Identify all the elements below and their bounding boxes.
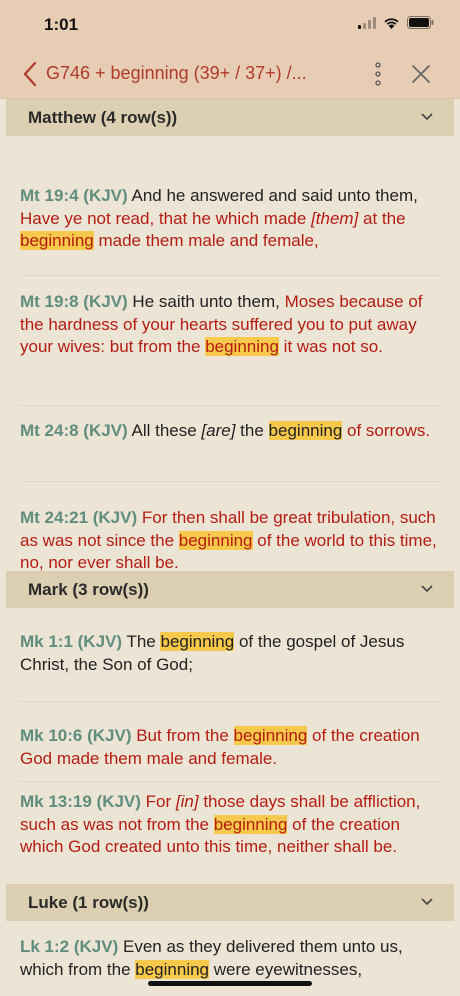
status-time: 1:01 <box>44 15 79 34</box>
verse-row[interactable]: Mt 24:8 (KJV) All these [are] the beginn… <box>20 406 440 482</box>
verse-text: [in] <box>175 792 199 811</box>
verse-text: [them] <box>311 208 359 228</box>
highlighted-term: beginning <box>233 726 308 745</box>
verse-row[interactable]: Mk 10:6 (KJV) But from the beginning of … <box>20 702 440 782</box>
verse-text: of sorrows. <box>342 421 431 440</box>
verse-reference[interactable]: Mt 19:4 (KJV) <box>20 186 128 205</box>
results-list: Matthew (4 row(s)) Mt 19:4 (KJV) And he … <box>0 99 460 991</box>
nav-bar: G746 + beginning (39+ / 37+) /... <box>0 50 460 99</box>
verse-reference[interactable]: Mk 1:1 (KJV) <box>20 632 122 651</box>
highlighted-term: beginning <box>20 231 94 250</box>
home-indicator <box>148 981 312 986</box>
section-title: Matthew (4 row(s)) <box>28 107 178 127</box>
verse-text: All these <box>131 421 202 440</box>
verse-text: at the <box>358 208 406 228</box>
verse-row[interactable]: Mt 19:8 (KJV) He saith unto them, Moses … <box>20 276 440 406</box>
nav-title: G746 + beginning (39+ / 37+) /... <box>46 63 307 83</box>
chevron-down-icon[interactable] <box>420 112 434 122</box>
verse-text: For <box>145 792 176 811</box>
verse-text: made them male and female, <box>93 231 319 250</box>
verse-row[interactable]: Mt 19:4 (KJV) And he answered and said u… <box>20 136 440 276</box>
verse-reference[interactable]: Lk 1:2 (KJV) <box>20 937 118 956</box>
highlighted-term: beginning <box>268 421 343 440</box>
section-body-mark: Mk 1:1 (KJV) The beginning of the gospel… <box>0 608 460 884</box>
verse-row[interactable]: Mk 13:19 (KJV) For [in] those days shall… <box>20 782 440 884</box>
verse-text: He saith unto them, <box>132 292 285 311</box>
section-title: Mark (3 row(s)) <box>28 579 149 599</box>
signal-icon <box>358 16 376 29</box>
verse-text: the <box>235 421 269 440</box>
section-header-matthew[interactable]: Matthew (4 row(s)) <box>6 99 454 136</box>
verse-text: were eyewitnesses, <box>209 959 363 979</box>
status-icons <box>358 16 434 29</box>
highlighted-term: beginning <box>135 959 210 979</box>
verse-text: And he answered and said unto them, <box>131 186 418 205</box>
highlighted-term: beginning <box>160 632 235 651</box>
verse-reference[interactable]: Mt 19:8 (KJV) <box>20 292 128 311</box>
section-header-luke[interactable]: Luke (1 row(s)) <box>6 884 454 921</box>
back-chevron-icon[interactable] <box>20 61 42 87</box>
status-bar: 1:01 <box>0 0 460 50</box>
verse-reference[interactable]: Mt 24:8 (KJV) <box>20 421 128 440</box>
section-body-matthew: Mt 19:4 (KJV) And he answered and said u… <box>0 136 460 572</box>
more-vertical-icon[interactable] <box>372 61 384 87</box>
section-header-mark[interactable]: Mark (3 row(s)) <box>6 571 454 608</box>
verse-text: The <box>126 632 161 651</box>
verse-reference[interactable]: Mk 13:19 (KJV) <box>20 792 141 811</box>
highlighted-term: beginning <box>205 337 279 356</box>
chevron-down-icon[interactable] <box>420 897 434 907</box>
battery-icon <box>407 16 434 29</box>
section-title: Luke (1 row(s)) <box>28 892 149 912</box>
verse-row[interactable]: Mk 1:1 (KJV) The beginning of the gospel… <box>20 608 440 702</box>
highlighted-term: beginning <box>178 530 253 550</box>
highlighted-term: beginning <box>213 814 288 834</box>
verse-text: [are] <box>201 421 236 440</box>
verse-text: it was not so. <box>278 337 383 356</box>
verse-text: Have ye not read, that he which made <box>20 208 312 228</box>
verse-text: But from the <box>136 726 234 745</box>
close-icon[interactable] <box>410 63 432 85</box>
verse-reference[interactable]: Mk 10:6 (KJV) <box>20 726 131 745</box>
verse-row[interactable]: Mt 24:21 (KJV) For then shall be great t… <box>20 482 440 572</box>
chevron-down-icon[interactable] <box>420 584 434 594</box>
verse-reference[interactable]: Mt 24:21 (KJV) <box>20 508 137 527</box>
wifi-icon <box>384 17 399 29</box>
